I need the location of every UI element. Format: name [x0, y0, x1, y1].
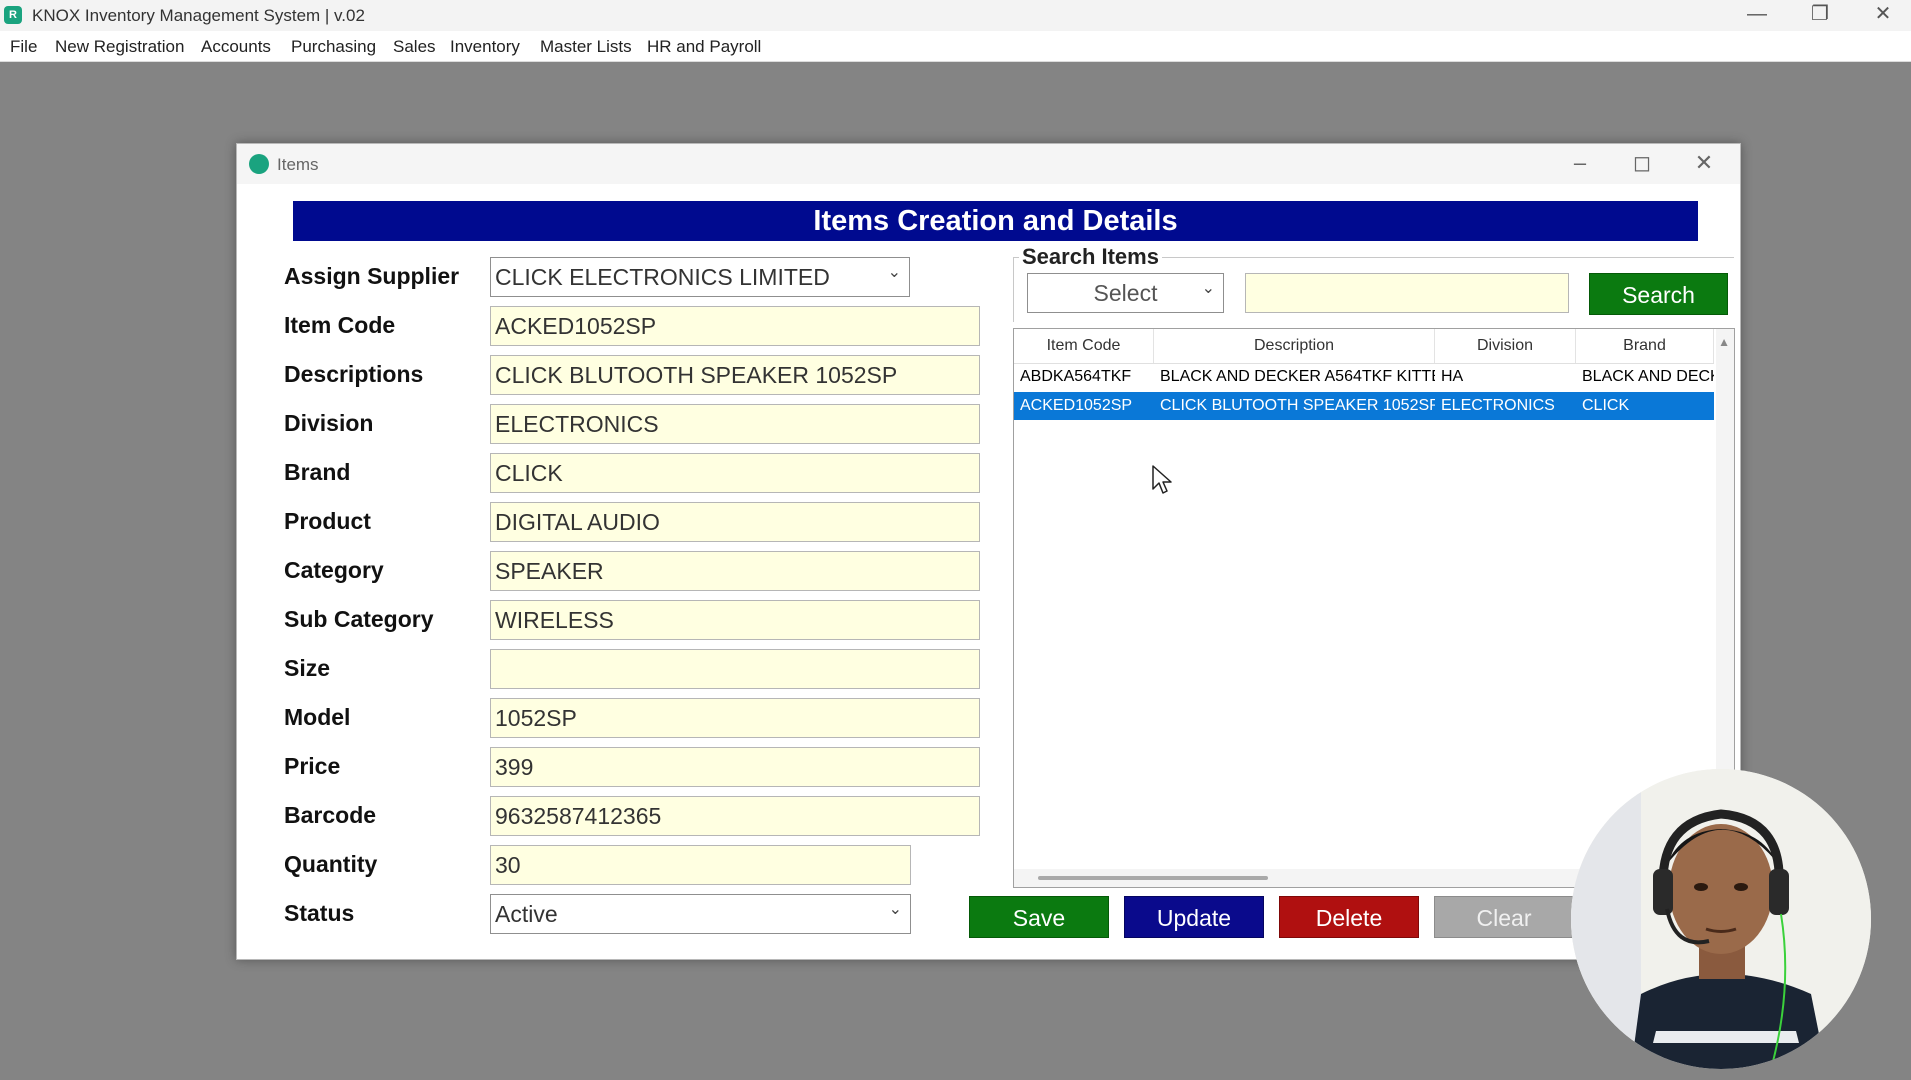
- menu-inventory[interactable]: Inventory: [450, 37, 520, 57]
- label-category: Category: [284, 557, 384, 583]
- menu-sales[interactable]: Sales: [393, 37, 436, 57]
- cell-item-code: ABDKA564TKF: [1020, 368, 1132, 385]
- menu-purchasing[interactable]: Purchasing: [291, 37, 376, 57]
- restore-icon[interactable]: ❐: [1790, 0, 1850, 31]
- mouse-cursor-icon: [1152, 465, 1172, 494]
- cell-item-code: ACKED1052SP: [1020, 397, 1133, 414]
- column-header-brand[interactable]: Brand: [1576, 329, 1714, 363]
- size-field[interactable]: [490, 649, 980, 689]
- delete-button[interactable]: Delete: [1279, 896, 1419, 938]
- chevron-down-icon: ⌄: [887, 264, 901, 281]
- grid-header: Item Code Description Division Brand: [1014, 329, 1714, 364]
- product-field[interactable]: DIGITAL AUDIO: [490, 502, 980, 542]
- descriptions-field[interactable]: CLICK BLUTOOTH SPEAKER 1052SP: [490, 355, 980, 395]
- chevron-down-icon: ⌄: [1201, 280, 1215, 297]
- items-window-icon: [249, 154, 269, 174]
- page-title-banner: Items Creation and Details: [293, 201, 1698, 241]
- label-size: Size: [284, 655, 331, 681]
- label-model: Model: [284, 704, 351, 730]
- save-button[interactable]: Save: [969, 896, 1109, 938]
- webcam-overlay: [1571, 769, 1871, 1069]
- search-items-legend: Search Items: [1019, 244, 1162, 270]
- presenter-avatar: [1571, 769, 1871, 1069]
- menu-hr-and-payroll[interactable]: HR and Payroll: [647, 37, 761, 57]
- supplier-select[interactable]: CLICK ELECTRONICS LIMITED ⌄: [490, 257, 910, 297]
- status-select[interactable]: Active ⌄: [490, 894, 911, 934]
- update-button[interactable]: Update: [1124, 896, 1264, 938]
- app-title: KNOX Inventory Management System | v.02: [32, 6, 365, 25]
- price-field[interactable]: 399: [490, 747, 980, 787]
- sub-category-field[interactable]: WIRELESS: [490, 600, 980, 640]
- menu-bar: File New Registration Accounts Purchasin…: [0, 31, 1911, 62]
- label-assign-supplier: Assign Supplier: [284, 263, 460, 289]
- items-window: Items – ◻ ✕ Items Creation and Details A…: [236, 143, 1741, 960]
- label-barcode: Barcode: [284, 802, 377, 828]
- supplier-select-value: CLICK ELECTRONICS LIMITED: [495, 264, 830, 290]
- items-window-title: Items: [277, 155, 319, 174]
- quantity-field[interactable]: 30: [490, 845, 911, 885]
- table-row[interactable]: ABDKA564TKF BLACK AND DECKER A564TKF KIT…: [1014, 363, 1714, 391]
- search-input[interactable]: [1245, 273, 1569, 313]
- label-status: Status: [284, 900, 355, 926]
- label-item-code: Item Code: [284, 312, 396, 338]
- column-header-division[interactable]: Division: [1435, 329, 1576, 363]
- category-field[interactable]: SPEAKER: [490, 551, 980, 591]
- horizontal-scrollbar-thumb[interactable]: [1038, 876, 1268, 880]
- table-row-selected[interactable]: ACKED1052SP CLICK BLUTOOTH SPEAKER 1052S…: [1014, 392, 1714, 420]
- menu-master-lists[interactable]: Master Lists: [540, 37, 632, 57]
- scroll-up-arrow-icon[interactable]: ▲: [1718, 335, 1730, 349]
- search-select-value: Select: [1093, 280, 1158, 306]
- window-minimize-icon[interactable]: –: [1550, 146, 1610, 182]
- label-quantity: Quantity: [284, 851, 378, 877]
- label-product: Product: [284, 508, 371, 534]
- model-field[interactable]: 1052SP: [490, 698, 980, 738]
- cell-division: ELECTRONICS: [1441, 397, 1555, 414]
- cell-description: BLACK AND DECKER A564TKF KITTEL: [1160, 368, 1435, 385]
- label-brand: Brand: [284, 459, 351, 485]
- barcode-field[interactable]: 9632587412365: [490, 796, 980, 836]
- division-field[interactable]: ELECTRONICS: [490, 404, 980, 444]
- app-logo-icon: R: [4, 6, 22, 24]
- app-titlebar: R KNOX Inventory Management System | v.0…: [0, 0, 1911, 31]
- label-sub-category: Sub Category: [284, 606, 434, 632]
- item-code-field[interactable]: ACKED1052SP: [490, 306, 980, 346]
- column-header-description[interactable]: Description: [1154, 329, 1435, 363]
- cell-division: HA: [1441, 368, 1464, 385]
- label-descriptions: Descriptions: [284, 361, 424, 387]
- search-field-select[interactable]: Select ⌄: [1027, 273, 1224, 313]
- window-close-icon[interactable]: ✕: [1674, 146, 1734, 182]
- clear-button[interactable]: Clear: [1434, 896, 1574, 938]
- cell-brand: BLACK AND DECKER: [1582, 368, 1714, 385]
- window-maximize-icon[interactable]: ◻: [1612, 146, 1672, 182]
- menu-accounts[interactable]: Accounts: [201, 37, 271, 57]
- cell-description: CLICK BLUTOOTH SPEAKER 1052SP: [1160, 397, 1435, 414]
- close-icon[interactable]: ✕: [1853, 0, 1911, 31]
- label-price: Price: [284, 753, 341, 779]
- brand-field[interactable]: CLICK: [490, 453, 980, 493]
- label-division: Division: [284, 410, 374, 436]
- minimize-icon[interactable]: —: [1727, 0, 1787, 31]
- status-select-value: Active: [495, 901, 558, 927]
- chevron-down-icon: ⌄: [888, 901, 902, 918]
- column-header-item-code[interactable]: Item Code: [1014, 329, 1154, 363]
- items-window-titlebar: Items – ◻ ✕: [237, 144, 1740, 184]
- menu-file[interactable]: File: [10, 37, 37, 57]
- menu-new-registration[interactable]: New Registration: [55, 37, 184, 57]
- search-button[interactable]: Search: [1589, 273, 1728, 315]
- cell-brand: CLICK: [1582, 397, 1630, 414]
